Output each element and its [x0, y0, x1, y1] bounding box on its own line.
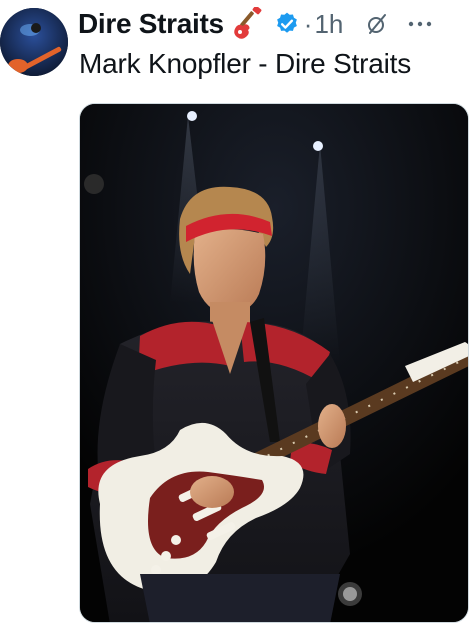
grok-icon[interactable]: [365, 12, 389, 36]
display-name[interactable]: Dire Straits: [78, 8, 224, 40]
more-options-icon[interactable]: [407, 12, 433, 36]
post[interactable]: Dire Straits · 1h Mark Knopfler - Dire S…: [0, 0, 474, 628]
guitar-emoji-icon: [230, 5, 264, 41]
verified-badge-icon: [274, 11, 300, 37]
post-header: Dire Straits · 1h: [78, 4, 474, 44]
separator-dot: ·: [303, 8, 313, 39]
avatar[interactable]: [0, 8, 68, 76]
post-media-photo[interactable]: [79, 103, 469, 623]
post-text: Mark Knopfler - Dire Straits: [79, 48, 412, 79]
post-timestamp[interactable]: 1h: [314, 9, 343, 40]
